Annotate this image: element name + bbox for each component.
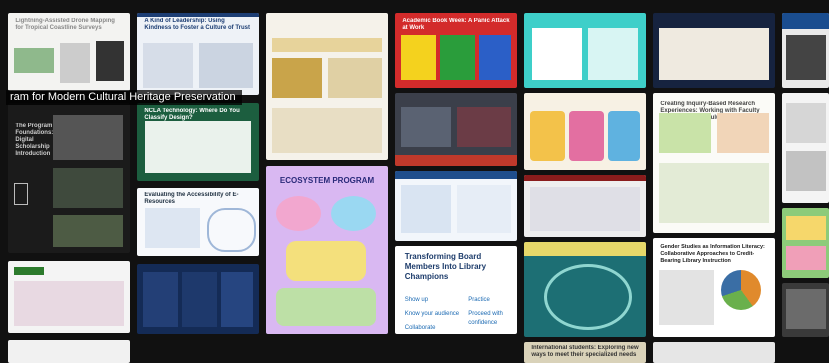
poster-tile-15[interactable]: ECOSYSTEM PROGRAM	[266, 166, 388, 334]
poster-tile-2[interactable]: A Kind of Leadership: Using Kindness to …	[137, 13, 259, 95]
poster-tile-17[interactable]	[137, 264, 259, 334]
poster-tile-19[interactable]: Gender Studies as Information Literacy: …	[653, 238, 775, 337]
poster-tile-22[interactable]	[782, 208, 829, 278]
poster-tile-23[interactable]: International students: Exploring new wa…	[524, 342, 646, 363]
poster-tile-bottom-1[interactable]	[8, 340, 130, 363]
poster-tile-4[interactable]: Academic Book Week: A Panic Attack at Wo…	[395, 13, 517, 88]
poster-tile-21[interactable]	[524, 242, 646, 337]
poster-title: Gender Studies as Information Literacy: …	[660, 243, 765, 264]
poster-tile-20[interactable]: Transforming Board Members Into Library …	[395, 246, 517, 334]
poster-tile-13[interactable]: Creating Inquiry-Based Research Experien…	[653, 93, 775, 233]
poster-tile-16[interactable]	[8, 261, 130, 333]
poster-tile-10[interactable]	[395, 93, 517, 166]
poster-tile-6[interactable]	[653, 13, 775, 88]
poster-tile-5[interactable]	[524, 13, 646, 88]
poster-title: Academic Book Week: A Panic Attack at Wo…	[402, 17, 510, 31]
poster-tile-3[interactable]	[266, 13, 388, 160]
tile-sub-collaborate: Collaborate	[404, 325, 436, 331]
poster-title: ECOSYSTEM PROGRAM	[279, 176, 375, 185]
tile-sub-proceed: Proceed with confidence	[468, 311, 503, 326]
poster-title: A Kind of Leadership: Using Kindness to …	[144, 17, 250, 31]
poster-title: Transforming Board Members Into Library …	[404, 252, 487, 281]
poster-tile-14[interactable]: Evaluating the Accessibility of E-Resour…	[137, 188, 259, 256]
poster-tile-8[interactable]: The Program Foundations: Digital Scholar…	[8, 103, 130, 253]
poster-tile-bottom-2[interactable]	[653, 342, 775, 363]
poster-title: NCLA Technology: Where Do You Classify D…	[144, 107, 240, 121]
poster-tile-22a[interactable]	[782, 93, 829, 203]
tile-sub-show-up: Show up	[404, 297, 429, 303]
tile-sub-know-audience: Know your audience	[404, 311, 460, 317]
tile-sub-practice: Practice	[468, 297, 490, 303]
poster-tile-22b[interactable]	[782, 283, 829, 337]
poster-tile-9[interactable]: NCLA Technology: Where Do You Classify D…	[137, 103, 259, 181]
poster-tile-18[interactable]	[395, 171, 517, 241]
poster-title: Evaluating the Accessibility of E-Resour…	[144, 192, 239, 206]
poster-tile-12[interactable]	[524, 175, 646, 237]
poster-title: International students: Exploring new wa…	[531, 345, 639, 358]
hover-title-banner: ram for Modern Cultural Heritage Preserv…	[6, 90, 242, 105]
poster-title: Lightning-Assisted Drone Mapping for Tro…	[15, 17, 115, 31]
poster-tile-7[interactable]	[782, 13, 829, 88]
poster-tile-1[interactable]: Lightning-Assisted Drone Mapping for Tro…	[8, 13, 130, 91]
poster-tile-11[interactable]	[524, 93, 646, 170]
